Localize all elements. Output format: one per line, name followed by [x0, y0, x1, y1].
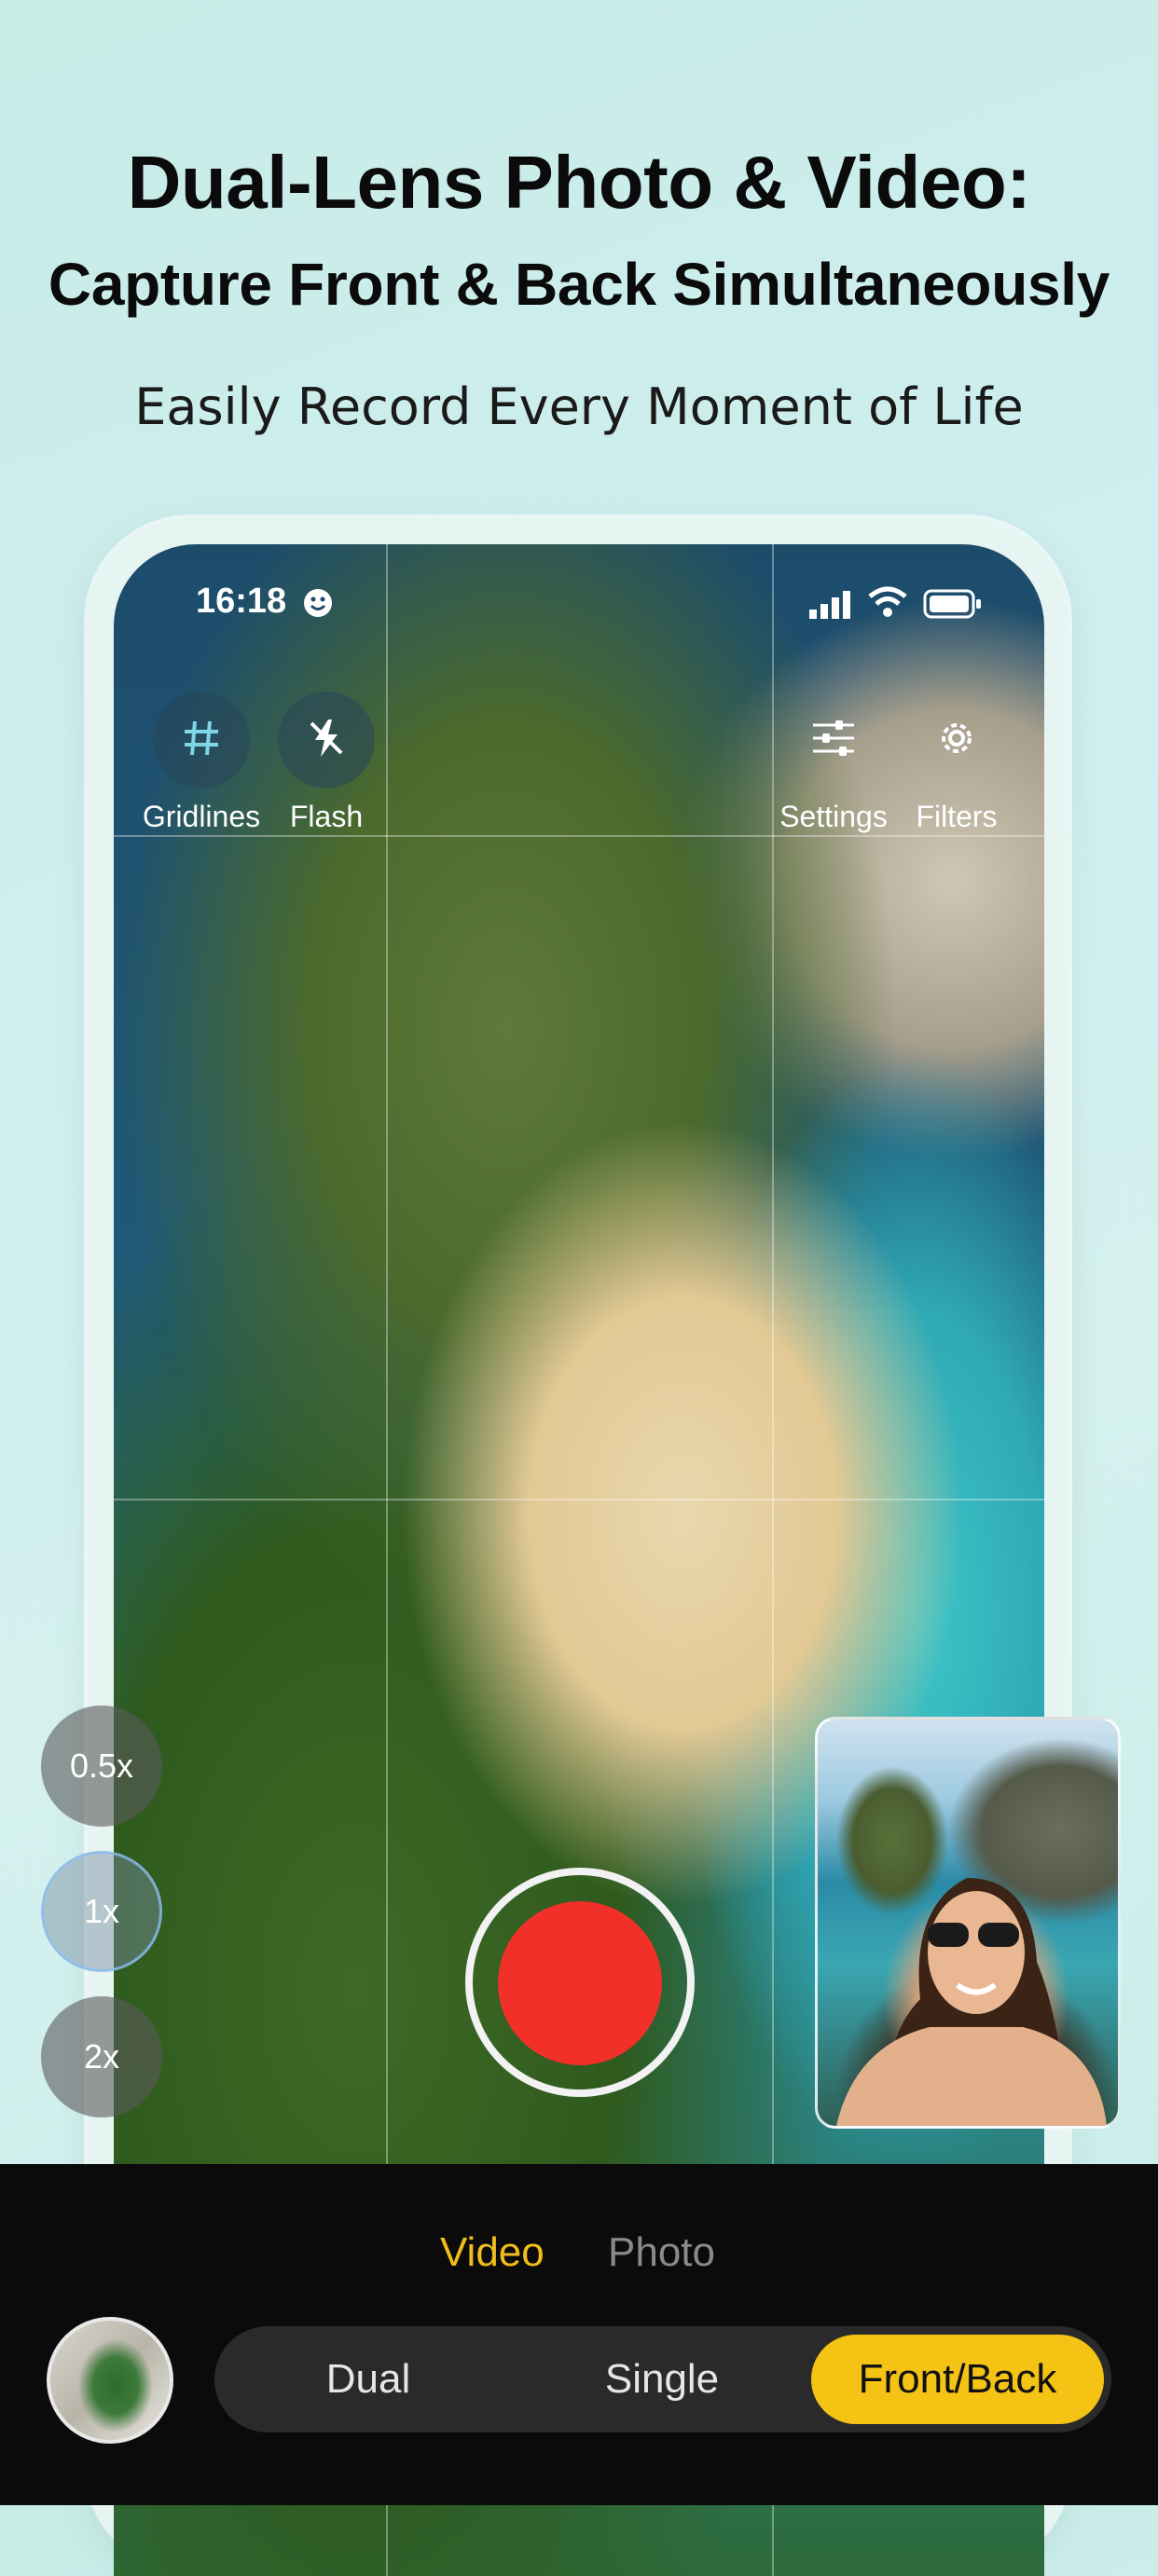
status-time: 16:18 — [196, 582, 287, 621]
gear-icon — [933, 715, 980, 766]
flash-off-icon — [304, 716, 349, 765]
zoom-0.5x-button[interactable]: 0.5x — [41, 1706, 162, 1827]
record-button[interactable] — [498, 1901, 662, 2065]
selfie-illustration — [836, 1878, 1107, 2126]
flash-label: Flash — [289, 800, 364, 833]
filters-button[interactable] — [908, 692, 1005, 788]
signal-icon — [807, 589, 852, 623]
lens-mode-single[interactable]: Single — [545, 2326, 779, 2432]
battery-icon — [923, 589, 983, 623]
wifi-icon — [867, 585, 908, 623]
flash-button[interactable] — [278, 692, 375, 788]
lens-mode-front-back[interactable]: Front/Back — [811, 2335, 1104, 2424]
gridline-horizontal — [114, 835, 1044, 837]
subtitle: Easily Record Every Moment of Life — [134, 377, 1024, 436]
tab-video[interactable]: Video — [440, 2229, 545, 2276]
smiley-icon — [302, 587, 334, 623]
filters-label: Filters — [916, 800, 998, 833]
grid-icon — [179, 716, 224, 765]
lens-mode-dual[interactable]: Dual — [252, 2326, 485, 2432]
headline-2: Capture Front & Back Simultaneously — [48, 251, 1110, 318]
zoom-2x-button[interactable]: 2x — [41, 1996, 162, 2117]
gridline-horizontal — [114, 1499, 1044, 1500]
sliders-icon — [809, 716, 858, 765]
zoom-1x-button[interactable]: 1x — [41, 1851, 162, 1972]
settings-button[interactable] — [785, 692, 882, 788]
front-camera-preview[interactable] — [815, 1717, 1121, 2129]
headline-1: Dual-Lens Photo & Video: — [127, 141, 1031, 224]
tab-photo[interactable]: Photo — [608, 2229, 715, 2276]
gridlines-button[interactable] — [153, 692, 250, 788]
gallery-thumbnail[interactable] — [47, 2317, 173, 2444]
